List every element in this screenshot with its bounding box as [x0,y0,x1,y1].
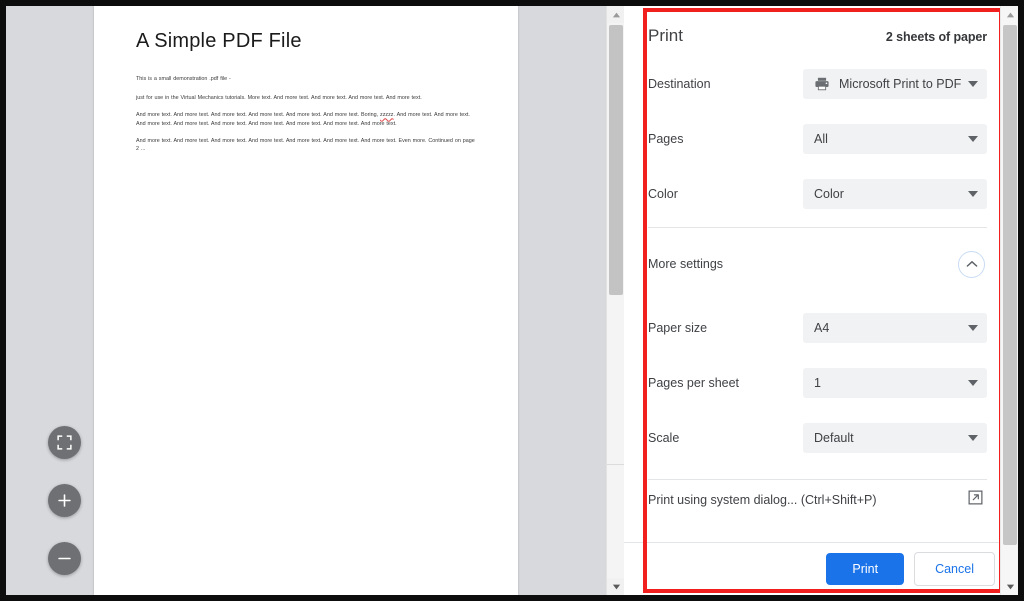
print-dialog-header: Print 2 sheets of paper [624,6,1005,46]
system-dialog-label: Print using system dialog... (Ctrl+Shift… [648,493,877,507]
pages-per-sheet-select[interactable]: 1 [803,367,987,398]
scale-select[interactable]: Default [803,422,987,453]
pdf-viewer-scrollbar[interactable] [606,6,625,595]
chevron-down-icon [968,324,978,331]
pages-per-sheet-value: 1 [814,375,821,390]
zoom-in-button[interactable] [48,484,81,517]
scroll-down-button[interactable] [607,578,625,595]
scale-label: Scale [648,430,680,445]
destination-value: Microsoft Print to PDF [839,76,962,91]
chevron-down-icon [968,379,978,386]
scrollbar-page-divider [607,464,625,465]
more-settings-toggle[interactable]: More settings [648,228,987,300]
setting-row-color: Color Color [648,166,987,221]
print-dialog-scrollbar[interactable] [1000,6,1018,595]
fit-to-page-button[interactable] [48,426,81,459]
pdf-paragraph: And more text. And more text. And more t… [136,112,470,127]
paper-size-label: Paper size [648,320,708,335]
setting-row-destination: Destination Microsoft Print to PDF [648,56,987,111]
print-button[interactable]: Print [826,553,905,585]
window-frame-bottom [0,595,1024,601]
pdf-paragraph: just for use in the Virtual Mechanics tu… [136,95,422,102]
destination-label: Destination [648,76,711,91]
external-link-icon [968,490,983,510]
minus-icon [57,551,72,566]
print-dialog-footer: Print Cancel [624,543,1005,595]
misspelled-word: zzzzz [380,112,394,119]
setting-row-pages: Pages All [648,111,987,166]
pdf-paragraph: And more text. And more text. And more t… [136,137,475,153]
scroll-up-button[interactable] [607,6,625,23]
chevron-down-icon [968,80,978,87]
fit-to-page-icon [57,435,72,450]
setting-row-paper-size: Paper size A4 [648,300,987,355]
pages-value: All [814,131,828,146]
plus-icon [57,493,72,508]
browser-window: A Simple PDF File This is a small demons… [0,0,1024,601]
destination-select[interactable]: Microsoft Print to PDF [803,68,987,99]
color-select[interactable]: Color [803,178,987,209]
printer-icon [814,76,830,92]
color-label: Color [648,186,678,201]
print-settings: Destination Microsoft Print to PDF Pages… [624,46,1005,520]
scroll-up-button[interactable] [1001,6,1019,23]
pages-per-sheet-label: Pages per sheet [648,375,740,390]
chevron-down-icon [968,135,978,142]
pdf-document-title: A Simple PDF File [136,30,302,52]
color-value: Color [814,186,844,201]
sheets-of-paper-count: 2 sheets of paper [885,30,987,44]
scrollbar-thumb[interactable] [1003,25,1017,545]
paper-size-select[interactable]: A4 [803,312,987,343]
setting-row-pages-per-sheet: Pages per sheet 1 [648,355,987,410]
chevron-down-icon [968,190,978,197]
pdf-page: A Simple PDF File This is a small demons… [94,6,518,595]
print-dialog-title: Print [648,26,683,45]
scrollbar-thumb[interactable] [609,25,623,295]
paper-size-value: A4 [814,320,830,335]
pages-label: Pages [648,131,684,146]
scroll-down-button[interactable] [1001,578,1019,595]
setting-row-scale: Scale Default [648,410,987,465]
cancel-button[interactable]: Cancel [914,552,995,586]
scale-value: Default [814,430,854,445]
print-using-system-dialog-link[interactable]: Print using system dialog... (Ctrl+Shift… [648,480,987,520]
chevron-up-icon[interactable] [958,250,985,278]
print-dialog: Print 2 sheets of paper Destination Micr… [624,6,1018,595]
pages-select[interactable]: All [803,123,987,154]
chevron-down-icon [968,434,978,441]
window-frame-right [1018,0,1024,601]
pdf-viewer: A Simple PDF File This is a small demons… [6,6,612,595]
more-settings-label: More settings [648,257,724,271]
pdf-zoom-controls [48,426,82,595]
zoom-out-button[interactable] [48,542,81,575]
pdf-paragraph: This is a small demonstration .pdf file … [136,76,231,82]
